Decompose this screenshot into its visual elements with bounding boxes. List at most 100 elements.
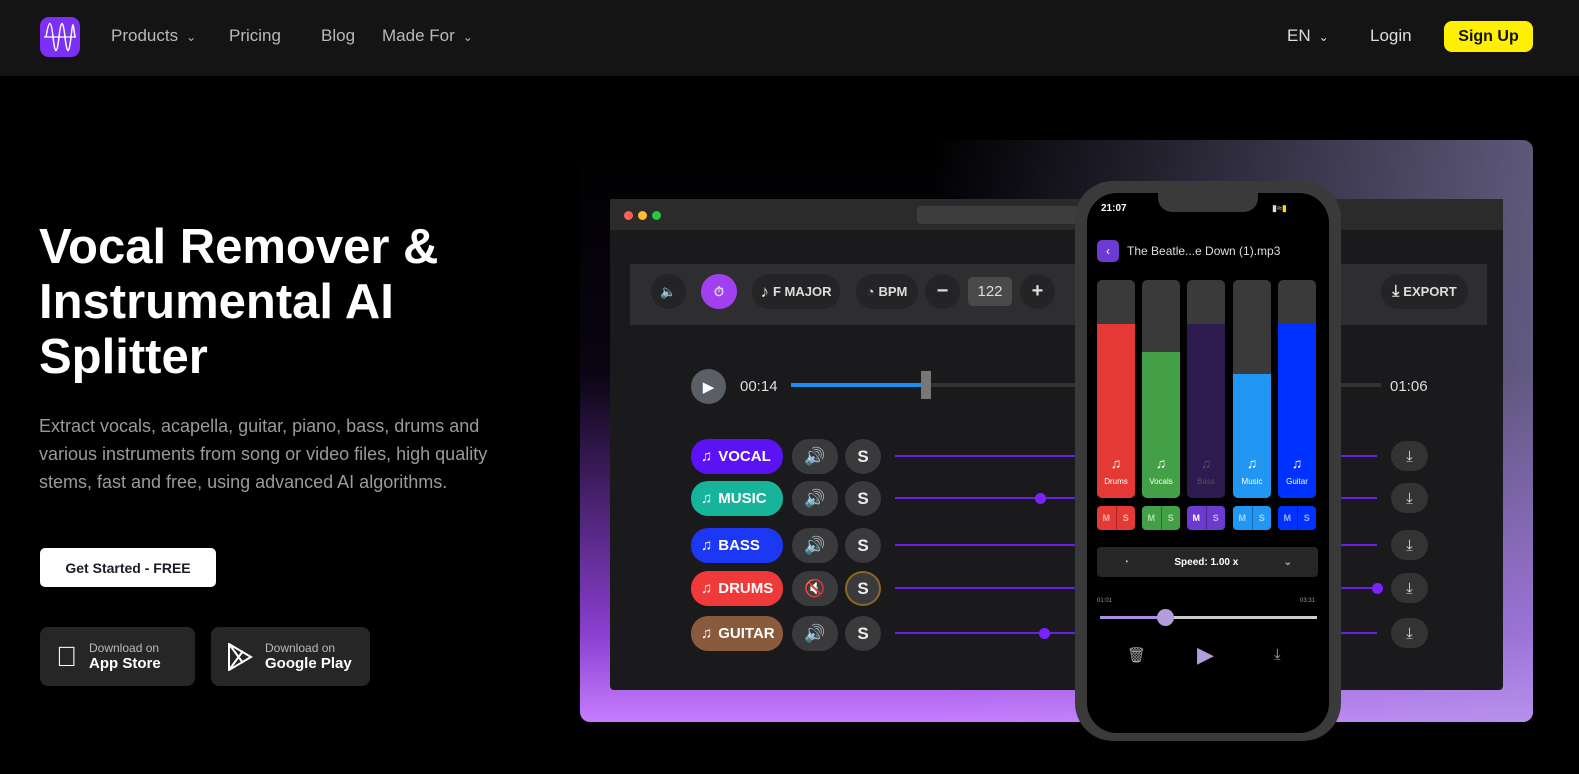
metronome-icon: ⏱ [713, 283, 725, 299]
mute-button[interactable]: M [1233, 506, 1253, 530]
key-button[interactable]: ♪ F MAJOR [752, 274, 840, 309]
export-icon: ⤓ [1392, 282, 1400, 300]
download-button[interactable]: ⤓ [1391, 441, 1428, 471]
store-name: Google Play [265, 655, 352, 672]
bpm-button[interactable]: ◔ BPM [856, 274, 918, 309]
progress-fill [791, 383, 921, 387]
file-name: The Beatle...e Down (1).mp3 [1127, 244, 1281, 258]
chevron-left-icon: ‹ [1106, 244, 1110, 258]
stem-drums[interactable]: ♫ DRUMS [691, 571, 783, 606]
mute-button[interactable]: 🔊 [792, 439, 838, 474]
speaker-icon: 🔊 [804, 535, 826, 555]
download-icon: ⤓ [1406, 579, 1413, 597]
solo-button[interactable]: S [1253, 506, 1272, 530]
solo-button[interactable]: S [1162, 506, 1181, 530]
volume-knob[interactable] [1372, 583, 1383, 594]
instrument-icon: ♫ [1291, 455, 1303, 471]
track-fader-drums[interactable]: ♫ Drums [1097, 280, 1135, 498]
hero-description: Extract vocals, acapella, guitar, piano,… [39, 416, 488, 492]
nav-products[interactable]: Products ⌄ [111, 26, 196, 46]
instrument-icon: ♫ [701, 448, 713, 465]
solo-button[interactable]: S [845, 481, 881, 516]
solo-button[interactable]: S [845, 439, 881, 474]
phone-progress-fill [1100, 616, 1166, 619]
volume-knob[interactable] [1034, 493, 1046, 504]
track-label: Bass [1197, 477, 1215, 486]
mute-button[interactable]: 🔊 [792, 616, 838, 651]
download-icon[interactable]: ⤓ [1274, 646, 1281, 663]
solo-button[interactable]: S [1117, 506, 1136, 530]
mute-button[interactable]: M [1187, 506, 1207, 530]
signup-button[interactable]: Sign Up [1444, 21, 1533, 52]
play-icon: ▶ [702, 378, 715, 396]
current-time: 00:14 [740, 378, 778, 395]
metronome-button[interactable]: ⏱ [701, 274, 737, 309]
apple-icon:  [56, 641, 77, 673]
mute-button[interactable]: M [1278, 506, 1298, 530]
address-bar [917, 206, 1087, 224]
back-button[interactable]: ‹ [1097, 240, 1119, 262]
nav-made-for[interactable]: Made For ⌄ [382, 26, 473, 46]
speed-select[interactable]: ◔ Speed: 1.00 x ⌄ [1097, 547, 1318, 577]
solo-button[interactable]: S [1298, 506, 1317, 530]
nav-blog[interactable]: Blog [321, 26, 355, 46]
solo-button[interactable]: S [845, 571, 881, 606]
login-link[interactable]: Login [1370, 26, 1412, 46]
google-play-icon [228, 642, 253, 671]
language-select[interactable]: EN ⌄ [1287, 26, 1329, 46]
stem-bass[interactable]: ♫ BASS [691, 528, 783, 563]
phone-progress-thumb[interactable] [1157, 609, 1175, 626]
phone-total-time: 03:31 [1300, 598, 1316, 604]
get-started-button[interactable]: Get Started - FREE [40, 548, 216, 587]
track-fader-bass[interactable]: ♫ Bass [1187, 280, 1225, 498]
mute-button[interactable]: 🔊 [792, 481, 838, 516]
instrument-icon: ♫ [1200, 455, 1212, 471]
play-icon[interactable]: ▶ [1197, 642, 1214, 668]
solo-button[interactable]: S [1207, 506, 1226, 530]
music-note-icon: ♪ [760, 281, 770, 301]
stem-music[interactable]: ♫ MUSIC [691, 481, 783, 516]
phone-clock: 21:07 [1101, 203, 1127, 214]
track-fader-vocals[interactable]: ♫ Vocals [1142, 280, 1180, 498]
download-button[interactable]: ⤓ [1391, 618, 1428, 648]
app-store-button[interactable]:  Download onApp Store [40, 627, 195, 686]
instrument-icon: ♫ [1246, 455, 1258, 471]
bpm-value[interactable]: 122 [968, 277, 1012, 306]
trash-icon[interactable]: 🗑 [1127, 646, 1146, 664]
download-button[interactable]: ⤓ [1391, 483, 1428, 513]
mute-solo-group: MS [1233, 506, 1271, 530]
download-icon: ⤓ [1406, 624, 1413, 642]
track-label: Vocals [1149, 477, 1173, 486]
mute-button[interactable]: M [1097, 506, 1117, 530]
stem-vocal[interactable]: ♫ VOCAL [691, 439, 783, 474]
export-button[interactable]: ⤓ EXPORT [1381, 274, 1468, 309]
track-fader-music[interactable]: ♫ Music [1233, 280, 1271, 498]
track-fader-guitar[interactable]: ♫ Guitar [1278, 280, 1316, 498]
solo-button[interactable]: S [845, 528, 881, 563]
download-icon: ⤓ [1406, 489, 1413, 507]
instrument-icon: ♫ [1110, 455, 1122, 471]
solo-button[interactable]: S [845, 616, 881, 651]
bpm-decrease-button[interactable]: − [925, 274, 960, 309]
play-button[interactable]: ▶ [691, 369, 726, 404]
volume-button[interactable]: 🔈 [651, 274, 686, 309]
mute-button[interactable]: M [1142, 506, 1162, 530]
instrument-icon: ♫ [701, 625, 713, 642]
mute-button[interactable]: 🔊 [792, 528, 838, 563]
chevron-down-icon: ⌄ [186, 30, 197, 44]
store-caption: Download on [68, 641, 159, 655]
speaker-icon: 🔈 [660, 283, 677, 299]
google-play-button[interactable]: Download on Google Play [211, 627, 370, 686]
download-button[interactable]: ⤓ [1391, 530, 1428, 560]
chevron-down-icon: ⌄ [1283, 556, 1292, 568]
logo[interactable] [40, 17, 80, 57]
store-caption: Download on [265, 641, 336, 655]
maximize-dot [652, 211, 661, 220]
progress-thumb[interactable] [920, 371, 931, 399]
nav-pricing[interactable]: Pricing [229, 26, 281, 46]
stem-guitar[interactable]: ♫ GUITAR [691, 616, 783, 651]
bpm-increase-button[interactable]: + [1020, 274, 1055, 309]
status-icons: ▮≈▮ [1272, 203, 1287, 213]
mute-button[interactable]: 🔇 [792, 571, 838, 606]
download-button[interactable]: ⤓ [1391, 573, 1428, 603]
